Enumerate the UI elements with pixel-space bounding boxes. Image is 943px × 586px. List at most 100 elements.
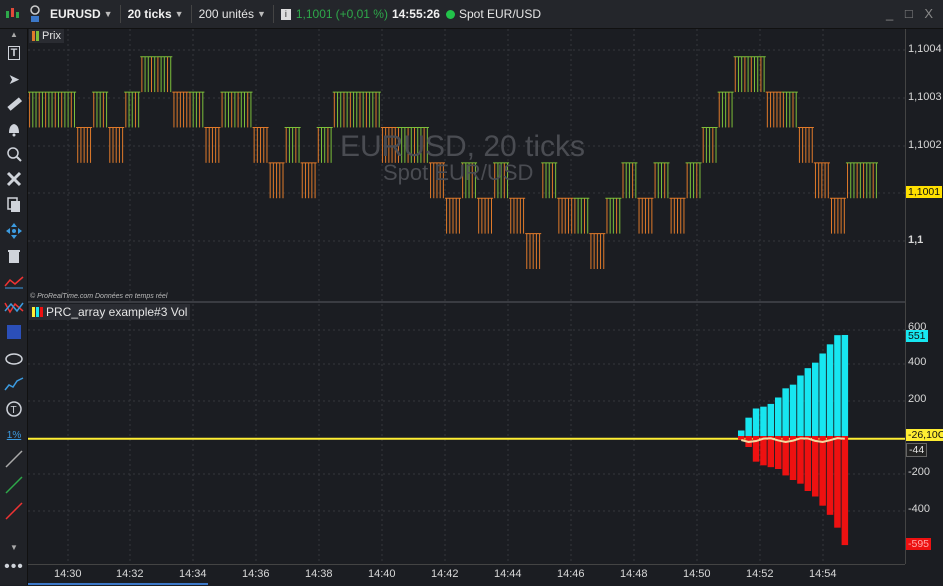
scroll-up-icon[interactable]: ▲ bbox=[4, 29, 24, 39]
indicator-legend[interactable]: PRC_array example#3 Vol bbox=[29, 304, 191, 320]
clock-time: 14:55:26 bbox=[391, 7, 440, 21]
y-label: -200 bbox=[908, 466, 931, 478]
status-dot-icon bbox=[445, 9, 455, 19]
volume-bar-negative bbox=[804, 436, 812, 491]
volume-bar-positive bbox=[775, 397, 782, 436]
move-icon[interactable] bbox=[4, 221, 24, 241]
ruler-icon[interactable] bbox=[4, 94, 24, 114]
fibonacci-icon[interactable] bbox=[4, 374, 24, 394]
watermark-subtitle: Spot EUR/USD bbox=[383, 160, 534, 185]
volume-bar-negative bbox=[797, 436, 804, 484]
y-label: 200 bbox=[908, 393, 927, 405]
line-value-badge: -26,10C bbox=[906, 429, 943, 441]
volume-bottom-badge: -595 bbox=[906, 538, 932, 550]
percent-tool-icon[interactable]: 1% bbox=[4, 425, 24, 445]
data-credit: © ProRealTime.com Données en temps réel bbox=[30, 293, 168, 300]
more-icon[interactable]: ••• bbox=[4, 557, 24, 577]
x-label: 14:40 bbox=[368, 568, 396, 580]
volume-bar-negative bbox=[834, 436, 841, 528]
x-label: 14:38 bbox=[305, 568, 333, 580]
indicator-legend-label: PRC_array example#3 Vol bbox=[46, 305, 188, 319]
pane-divider[interactable] bbox=[28, 301, 905, 303]
volume-bar-positive bbox=[745, 417, 752, 436]
units-label: 200 unités bbox=[198, 7, 254, 21]
y-label: 400 bbox=[908, 356, 927, 368]
trend-indicator-icon[interactable] bbox=[4, 272, 24, 292]
tools-icon[interactable] bbox=[4, 169, 24, 189]
symbol-label: EURUSD bbox=[50, 7, 101, 21]
line-tool-icon[interactable] bbox=[4, 449, 24, 469]
top-toolbar: EURUSD ▼ 20 ticks ▼ 200 unités ▼ i 1,1001 (… bbox=[0, 0, 943, 29]
price-change: (+0,01 %) bbox=[335, 7, 388, 21]
current-price-badge: 1,1001 bbox=[906, 186, 943, 198]
price-axis[interactable]: 1,1004 1,1003 1,1002 1,1001 1,1 600 551 … bbox=[905, 29, 943, 564]
text-note-icon[interactable]: T bbox=[4, 399, 24, 419]
volume-top-badge: 551 bbox=[906, 330, 928, 342]
units-selector[interactable]: 200 unités ▼ bbox=[195, 0, 270, 28]
scroll-down-icon[interactable]: ▼ bbox=[4, 537, 24, 557]
volume-bar-positive bbox=[738, 430, 745, 436]
volume-bar-negative bbox=[819, 436, 826, 506]
volume-bar-positive bbox=[782, 388, 789, 436]
x-label: 14:30 bbox=[54, 568, 82, 580]
volume-bar-negative bbox=[826, 436, 834, 515]
y-label: 1,1 bbox=[908, 234, 924, 246]
x-label: 14:48 bbox=[620, 568, 648, 580]
volume-bar-positive bbox=[767, 403, 775, 436]
info-icon[interactable]: i bbox=[280, 8, 291, 20]
volume-bar-positive bbox=[752, 408, 760, 436]
y-label: 1,1004 bbox=[908, 43, 942, 55]
volume-bar-negative bbox=[841, 436, 849, 546]
window-controls[interactable]: _ □ X bbox=[886, 6, 937, 21]
volume-bar-negative bbox=[767, 436, 775, 468]
green-line-tool-icon[interactable] bbox=[4, 475, 24, 495]
copy-icon[interactable] bbox=[4, 195, 24, 215]
candles-icon[interactable] bbox=[0, 0, 24, 28]
red-line-tool-icon[interactable] bbox=[4, 501, 24, 521]
price-legend[interactable]: Prix bbox=[29, 29, 64, 43]
ellipse-tool-icon[interactable] bbox=[4, 349, 24, 369]
volume-bar-positive bbox=[804, 368, 812, 436]
y-label: 1,1003 bbox=[908, 91, 942, 103]
volume-bar-positive bbox=[812, 362, 819, 436]
volume-bar-positive bbox=[789, 384, 797, 436]
instrument-name: Spot EUR/USD bbox=[458, 7, 542, 21]
cursor-icon[interactable]: ➤ bbox=[4, 69, 24, 89]
volume-bar-positive bbox=[819, 353, 826, 436]
mid-value-badge: -44 bbox=[906, 443, 928, 457]
grid-icon[interactable] bbox=[4, 322, 24, 342]
x-label: 14:46 bbox=[557, 568, 585, 580]
timeframe-selector[interactable]: 20 ticks ▼ bbox=[124, 0, 188, 28]
volume-bar-positive bbox=[797, 375, 804, 436]
alert-bell-icon[interactable] bbox=[4, 119, 24, 139]
zoom-icon[interactable] bbox=[4, 144, 24, 164]
timeframe-label: 20 ticks bbox=[127, 7, 172, 21]
symbol-selector[interactable]: EURUSD ▼ bbox=[46, 0, 117, 28]
x-label: 14:44 bbox=[494, 568, 522, 580]
volume-bar-negative bbox=[738, 436, 745, 440]
watermark-title: EURUSD, 20 ticks bbox=[340, 130, 586, 163]
volume-bar-positive bbox=[834, 335, 841, 436]
volume-bar-positive bbox=[760, 406, 767, 436]
price-info: i 1,1001 (+0,01 %) 14:55:26 Spot EUR/USD bbox=[277, 0, 545, 28]
y-label: -400 bbox=[908, 503, 931, 515]
last-price: 1,1001 bbox=[295, 7, 333, 21]
x-label: 14:36 bbox=[242, 568, 270, 580]
volume-bar-negative bbox=[812, 436, 819, 497]
svg-text:T: T bbox=[11, 405, 17, 416]
x-label: 14:34 bbox=[179, 568, 207, 580]
price-legend-label: Prix bbox=[42, 30, 61, 42]
account-icon[interactable] bbox=[24, 0, 46, 28]
x-label: 14:50 bbox=[683, 568, 711, 580]
volume-bar-negative bbox=[789, 436, 797, 480]
y-label: 1,1002 bbox=[908, 139, 942, 151]
wave-indicator-icon[interactable] bbox=[4, 297, 24, 317]
text-tool-icon[interactable]: T bbox=[4, 43, 24, 63]
trash-icon[interactable] bbox=[4, 246, 24, 266]
volume-bar-positive bbox=[826, 344, 834, 436]
x-label: 14:42 bbox=[431, 568, 459, 580]
x-label: 14:54 bbox=[809, 568, 837, 580]
x-label: 14:52 bbox=[746, 568, 774, 580]
x-label: 14:32 bbox=[116, 568, 144, 580]
drawing-toolbar: ▲ T ➤ T 1% ▼ ••• bbox=[0, 29, 28, 585]
